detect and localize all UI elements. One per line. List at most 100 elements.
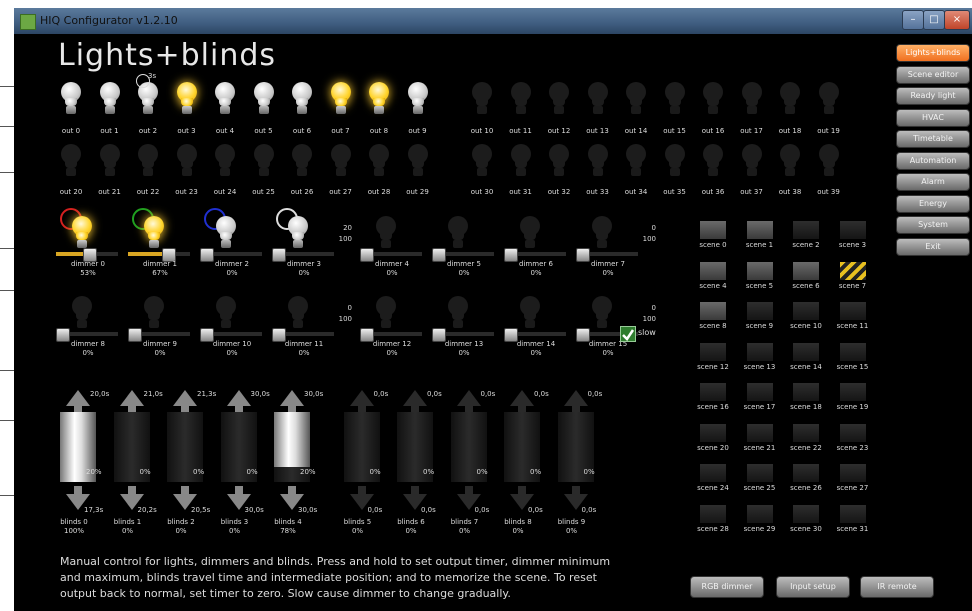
input-setup-button[interactable]: Input setup — [776, 576, 850, 598]
output-bulb[interactable] — [406, 144, 430, 182]
dimmer-bulb[interactable] — [446, 296, 470, 334]
output-bulb[interactable] — [329, 144, 353, 182]
slow-checkbox[interactable] — [620, 326, 636, 342]
scene-button[interactable]: scene 19 — [830, 383, 876, 413]
dimmer-slider[interactable] — [272, 248, 334, 262]
dimmer-slider[interactable] — [56, 248, 118, 262]
scene-button[interactable]: scene 1 — [737, 221, 783, 251]
scene-button[interactable]: scene 20 — [690, 423, 736, 454]
rgb-dimmer-button[interactable]: RGB dimmer — [690, 576, 764, 598]
output-bulb[interactable] — [136, 82, 160, 120]
scene-button[interactable]: scene 29 — [737, 504, 783, 535]
nav-item-ready-light[interactable]: Ready light — [896, 87, 970, 105]
output-bulb[interactable] — [624, 82, 648, 120]
dimmer-bulb[interactable] — [590, 296, 614, 334]
output-bulb[interactable] — [663, 82, 687, 120]
output-bulb[interactable] — [740, 82, 764, 120]
minimize-button[interactable]: – — [902, 10, 924, 30]
output-bulb[interactable] — [740, 144, 764, 182]
scene-button[interactable]: scene 13 — [737, 342, 783, 373]
nav-item-automation[interactable]: Automation — [896, 151, 970, 170]
scene-button[interactable]: scene 0 — [690, 221, 736, 251]
output-bulb[interactable] — [290, 144, 314, 182]
output-bulb[interactable] — [290, 82, 314, 120]
nav-item-timetable[interactable]: Timetable — [896, 130, 970, 148]
scene-button[interactable]: scene 7 — [830, 261, 876, 292]
scene-button[interactable]: scene 16 — [690, 383, 736, 413]
output-bulb[interactable] — [509, 82, 533, 120]
output-bulb[interactable] — [701, 144, 725, 182]
dimmer-bulb[interactable] — [446, 216, 470, 254]
scene-button[interactable]: scene 25 — [737, 464, 783, 494]
title-bar[interactable]: HIQ Configurator v1.2.10 – □ × — [14, 8, 972, 34]
scene-button[interactable]: scene 4 — [690, 261, 736, 292]
scene-button[interactable]: scene 15 — [830, 342, 876, 373]
ir-remote-button[interactable]: IR remote — [860, 576, 934, 598]
scene-button[interactable]: scene 5 — [737, 261, 783, 292]
maximize-button[interactable]: □ — [923, 10, 945, 30]
scene-button[interactable]: scene 27 — [830, 464, 876, 494]
output-bulb[interactable] — [778, 144, 802, 182]
scene-button[interactable]: scene 23 — [830, 423, 876, 454]
dimmer-bulb[interactable] — [590, 216, 614, 254]
dimmer-slider[interactable] — [200, 248, 262, 262]
dimmer-slider[interactable] — [200, 328, 262, 342]
dimmer-bulb[interactable] — [518, 216, 542, 254]
output-bulb[interactable] — [213, 82, 237, 120]
output-bulb[interactable] — [252, 82, 276, 120]
nav-item-system[interactable]: System — [896, 216, 970, 234]
output-bulb[interactable] — [817, 144, 841, 182]
dimmer-slider[interactable] — [128, 248, 190, 262]
dimmer-slider[interactable] — [432, 248, 494, 262]
output-bulb[interactable] — [136, 144, 160, 182]
nav-item-hvac[interactable]: HVAC — [896, 108, 970, 127]
output-bulb[interactable] — [329, 82, 353, 120]
scene-button[interactable]: scene 31 — [830, 504, 876, 535]
scene-button[interactable]: scene 8 — [690, 302, 736, 332]
output-bulb[interactable] — [175, 144, 199, 182]
scene-button[interactable]: scene 26 — [783, 464, 829, 494]
output-bulb[interactable] — [586, 144, 610, 182]
close-button[interactable]: × — [944, 10, 970, 30]
dimmer-bulb[interactable] — [214, 296, 238, 334]
scene-button[interactable]: scene 30 — [783, 504, 829, 535]
scene-button[interactable]: scene 10 — [783, 302, 829, 332]
nav-item-exit[interactable]: Exit — [896, 237, 970, 256]
output-bulb[interactable] — [547, 144, 571, 182]
dimmer-bulb[interactable] — [142, 296, 166, 334]
output-bulb[interactable] — [59, 144, 83, 182]
dimmer-slider[interactable] — [360, 248, 422, 262]
scene-button[interactable]: scene 14 — [783, 342, 829, 373]
nav-item-scene-editor[interactable]: Scene editor — [896, 65, 970, 84]
output-bulb[interactable] — [701, 82, 725, 120]
output-bulb[interactable] — [509, 144, 533, 182]
scene-button[interactable]: scene 17 — [737, 383, 783, 413]
output-bulb[interactable] — [778, 82, 802, 120]
output-bulb[interactable] — [663, 144, 687, 182]
scene-button[interactable]: scene 3 — [830, 221, 876, 251]
output-bulb[interactable] — [586, 82, 610, 120]
output-bulb[interactable] — [98, 82, 122, 120]
scene-button[interactable]: scene 2 — [783, 221, 829, 251]
dimmer-bulb[interactable] — [286, 216, 310, 254]
scene-button[interactable]: scene 24 — [690, 464, 736, 494]
dimmer-slider[interactable] — [504, 248, 566, 262]
output-bulb[interactable] — [252, 144, 276, 182]
output-bulb[interactable] — [59, 82, 83, 120]
scene-button[interactable]: scene 18 — [783, 383, 829, 413]
output-bulb[interactable] — [406, 82, 430, 120]
scene-button[interactable]: scene 9 — [737, 302, 783, 332]
output-bulb[interactable] — [213, 144, 237, 182]
dimmer-bulb[interactable] — [214, 216, 238, 254]
dimmer-slider[interactable] — [272, 328, 334, 342]
nav-item-alarm[interactable]: Alarm — [896, 173, 970, 191]
dimmer-bulb[interactable] — [70, 296, 94, 334]
output-bulb[interactable] — [98, 144, 122, 182]
output-bulb[interactable] — [470, 144, 494, 182]
scene-button[interactable]: scene 28 — [690, 504, 736, 535]
dimmer-slider[interactable] — [56, 328, 118, 342]
dimmer-slider[interactable] — [504, 328, 566, 342]
scene-button[interactable]: scene 12 — [690, 342, 736, 373]
output-bulb[interactable] — [175, 82, 199, 120]
scene-button[interactable]: scene 6 — [783, 261, 829, 292]
